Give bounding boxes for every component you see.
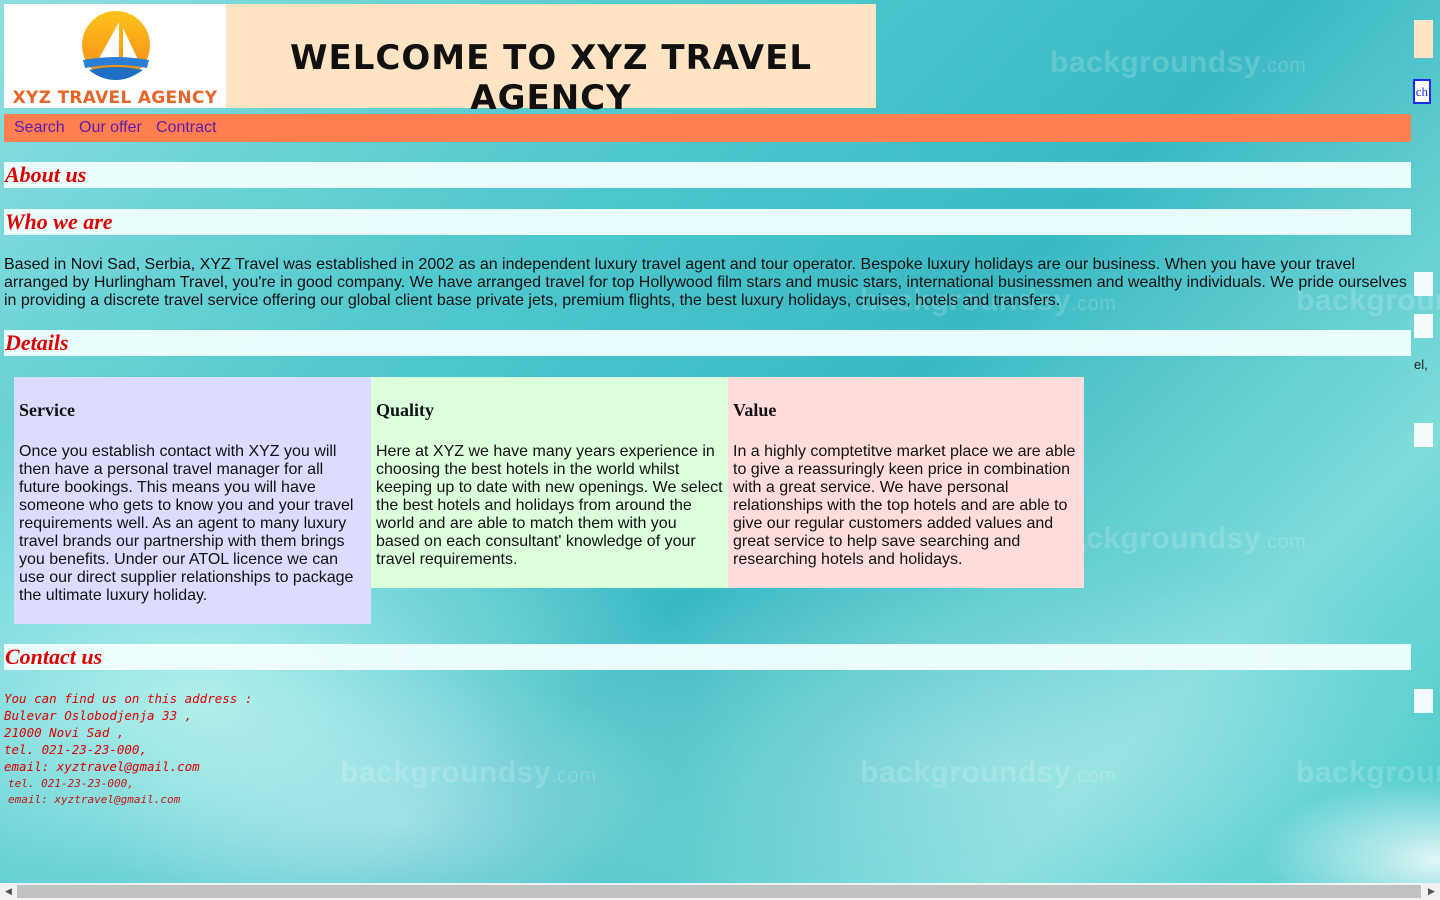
contact-line: email: xyztravel@gmail.com [4,759,200,774]
overflow-fragment [1414,423,1433,447]
nav-bar: Search Our offer Contract [4,114,1411,142]
section-contact-us: Contact us [4,644,1411,670]
card-text: In a highly comptetitve market place we … [733,443,1076,568]
card-service: Service Once you establish contact with … [14,377,371,624]
watermark: backgroundsy.com [1050,46,1307,79]
card-text: Here at XYZ we have many years experienc… [376,443,723,568]
nav-link-our-offer[interactable]: Our offer [79,119,142,137]
page-title: WELCOME TO XYZ TRAVEL AGENCY [290,38,812,118]
section-heading: Details [5,330,69,355]
nav-link-contract[interactable]: Contract [156,119,216,137]
header-banner: WELCOME TO XYZ TRAVEL AGENCY [226,4,876,118]
contact-ghost-text: tel. 021-23-23-000, email: xyztravel@gma… [8,776,180,808]
scroll-left-icon[interactable]: ◀ [0,883,17,900]
contact-address: You can find us on this address : Buleva… [4,690,252,775]
section-heading: About us [5,162,87,187]
scroll-right-icon[interactable]: ▶ [1423,883,1440,900]
sailboat-sun-icon [82,11,150,80]
section-who-we-are: Who we are [4,209,1411,235]
overflow-banner-fragment [1414,20,1433,58]
logo-text: XYZ TRAVEL AGENCY [12,88,218,108]
overflow-fragment [1414,689,1433,713]
card-title: Value [733,400,777,420]
section-about-us: About us [4,162,1411,188]
section-heading: Who we are [5,209,113,234]
logo: XYZ TRAVEL AGENCY [4,4,226,108]
section-details: Details [4,330,1411,356]
overflow-fragment [1414,272,1433,296]
horizontal-scrollbar[interactable]: ◀ ▶ [0,883,1440,900]
contact-line: 21000 Novi Sad , [4,725,125,740]
contact-line: Bulevar Oslobodjenja 33 , [4,708,193,723]
watermark: backgroundsy [1296,756,1440,789]
card-text: Once you establish contact with XYZ you … [19,443,354,604]
contact-line: tel. 021-23-23-000, [4,742,147,757]
card-title: Quality [376,400,435,420]
about-paragraph: Based in Novi Sad, Serbia, XYZ Travel wa… [4,256,1407,309]
overflow-fragment [1414,314,1433,338]
overflow-text-fragment: el, [1414,357,1428,372]
card-quality: Quality Here at XYZ we have many years e… [371,377,728,588]
watermark: backgroundsy.com [1050,522,1307,555]
watermark: backgroundsy.com [860,756,1117,789]
contact-line: You can find us on this address : [4,691,253,706]
nav-link-search[interactable]: Search [14,119,65,137]
section-heading: Contact us [5,644,103,669]
watermark: backgroundsy.com [340,756,597,789]
card-value: Value In a highly comptetitve market pla… [728,377,1084,588]
card-title: Service [19,400,75,420]
ghost-line: tel. 021-23-23-000, [8,777,134,790]
scrollbar-thumb[interactable] [17,885,1421,898]
ghost-line: email: xyztravel@gmail.com [8,793,181,806]
search-button[interactable]: ch [1413,79,1431,104]
